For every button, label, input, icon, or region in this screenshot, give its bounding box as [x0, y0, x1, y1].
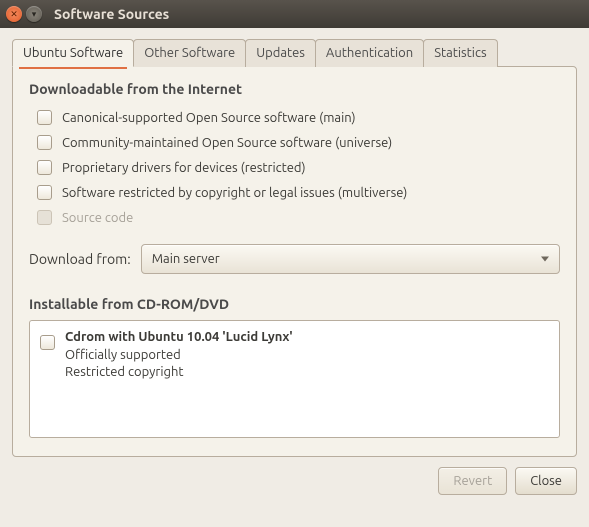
- checkbox-icon[interactable]: [37, 185, 52, 200]
- tab-statistics[interactable]: Statistics: [423, 39, 497, 67]
- check-restricted[interactable]: Proprietary drivers for devices (restric…: [29, 155, 560, 180]
- check-label: Community-maintained Open Source softwar…: [62, 136, 392, 150]
- checkbox-icon[interactable]: [37, 135, 52, 150]
- internet-heading: Downloadable from the Internet: [29, 81, 560, 97]
- tab-panel: Downloadable from the Internet Canonical…: [12, 66, 577, 457]
- titlebar: ✕ ▾ Software Sources: [0, 0, 589, 28]
- cdrom-item[interactable]: Cdrom with Ubuntu 10.04 'Lucid Lynx' Off…: [40, 329, 549, 382]
- cdrom-item-text: Cdrom with Ubuntu 10.04 'Lucid Lynx' Off…: [65, 329, 293, 382]
- check-label: Proprietary drivers for devices (restric…: [62, 161, 306, 175]
- check-label: Canonical-supported Open Source software…: [62, 111, 356, 125]
- checkbox-icon[interactable]: [40, 335, 55, 350]
- window-body: Ubuntu Software Other Software Updates A…: [0, 28, 589, 507]
- tab-other-software[interactable]: Other Software: [133, 39, 246, 67]
- check-universe[interactable]: Community-maintained Open Source softwar…: [29, 130, 560, 155]
- tab-label: Authentication: [326, 46, 413, 60]
- check-label: Software restricted by copyright or lega…: [62, 186, 407, 200]
- cdrom-list[interactable]: Cdrom with Ubuntu 10.04 'Lucid Lynx' Off…: [29, 320, 560, 438]
- checkbox-icon[interactable]: [37, 160, 52, 175]
- download-server-select[interactable]: Main server: [141, 244, 560, 274]
- download-from-row: Download from: Main server: [29, 244, 560, 274]
- close-icon[interactable]: ✕: [6, 6, 22, 22]
- tab-updates[interactable]: Updates: [245, 39, 316, 67]
- dialog-footer: Revert Close: [12, 467, 577, 495]
- close-button[interactable]: Close: [515, 467, 577, 495]
- revert-button: Revert: [438, 467, 507, 495]
- tab-label: Statistics: [434, 46, 486, 60]
- minimize-icon[interactable]: ▾: [26, 6, 42, 22]
- check-multiverse[interactable]: Software restricted by copyright or lega…: [29, 180, 560, 205]
- tab-label: Ubuntu Software: [23, 46, 123, 60]
- window-title: Software Sources: [54, 6, 169, 22]
- check-label: Source code: [62, 211, 133, 225]
- checkbox-icon: [37, 210, 52, 225]
- select-value: Main server: [152, 252, 220, 266]
- cdrom-item-line: Restricted copyright: [65, 364, 293, 382]
- check-source-code: Source code: [29, 205, 560, 230]
- cdrom-item-title: Cdrom with Ubuntu 10.04 'Lucid Lynx': [65, 329, 293, 347]
- download-from-label: Download from:: [29, 251, 131, 267]
- tab-label: Updates: [256, 46, 305, 60]
- tab-ubuntu-software[interactable]: Ubuntu Software: [12, 39, 134, 67]
- tabbar: Ubuntu Software Other Software Updates A…: [12, 39, 577, 67]
- cdrom-item-line: Officially supported: [65, 347, 293, 365]
- tab-authentication[interactable]: Authentication: [315, 39, 424, 67]
- chevron-down-icon: [541, 257, 549, 262]
- cdrom-heading: Installable from CD-ROM/DVD: [29, 296, 560, 312]
- tab-label: Other Software: [144, 46, 235, 60]
- check-main[interactable]: Canonical-supported Open Source software…: [29, 105, 560, 130]
- button-label: Revert: [453, 474, 492, 488]
- button-label: Close: [530, 474, 562, 488]
- checkbox-icon[interactable]: [37, 110, 52, 125]
- tab-active-indicator: [19, 67, 127, 69]
